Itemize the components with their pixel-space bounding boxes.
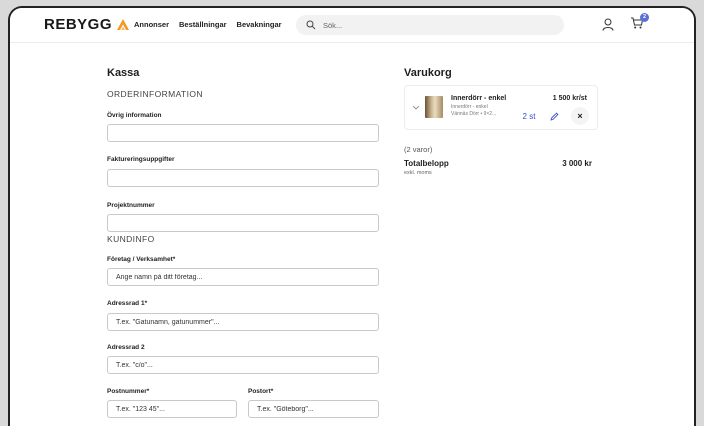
top-header: REBYGG Annonser Beställningar Bevakninga… <box>10 8 694 43</box>
vat-note: exkl. moms <box>404 170 432 176</box>
search-bar[interactable] <box>296 15 564 35</box>
company-label: Företag / Verksamhet* <box>107 256 176 263</box>
cart-item-count: (2 varor) <box>404 145 433 154</box>
product-subtitle: Innerdörr - enkel <box>451 104 488 110</box>
address2-input[interactable] <box>107 356 379 374</box>
billing-input[interactable] <box>107 169 379 187</box>
remove-item-button[interactable]: × <box>571 107 589 125</box>
project-number-label: Projektnummer <box>107 202 155 209</box>
company-input[interactable] <box>107 268 379 286</box>
billing-label: Faktureringsuppgifter <box>107 156 175 163</box>
logo-mark-icon <box>117 19 130 30</box>
cart-title: Varukorg <box>404 67 452 79</box>
pencil-icon <box>549 111 559 121</box>
project-number-input[interactable] <box>107 214 379 232</box>
nav-bestallningar[interactable]: Beställningar <box>179 20 227 29</box>
total-label: Totalbelopp <box>404 159 449 168</box>
postal-code-input[interactable] <box>107 400 237 418</box>
address1-label: Adressrad 1* <box>107 300 148 307</box>
edit-quantity-button[interactable] <box>545 107 563 125</box>
city-input[interactable] <box>248 400 379 418</box>
address1-input[interactable] <box>107 313 379 331</box>
close-icon: × <box>577 111 583 121</box>
logo-text: REBYGG <box>44 16 113 33</box>
customer-section-heading: KUNDINFO <box>107 234 155 244</box>
cart-count-badge: 2 <box>640 13 649 22</box>
other-info-label: Övrig information <box>107 112 162 119</box>
other-info-input[interactable] <box>107 124 379 142</box>
search-icon <box>306 20 316 30</box>
product-thumbnail <box>425 96 443 118</box>
order-section-heading: ORDERINFORMATION <box>107 89 203 99</box>
quantity-display[interactable]: 2 st <box>518 109 540 123</box>
search-input[interactable] <box>321 19 545 31</box>
main-nav: Annonser Beställningar Bevakningar <box>134 20 282 29</box>
product-variant: Vännäs Dörr • 9×2... <box>451 111 497 117</box>
cart-item: Innerdörr - enkel 1 500 kr/st Innerdörr … <box>404 85 598 130</box>
browser-frame: REBYGG Annonser Beställningar Bevakninga… <box>8 6 696 426</box>
nav-bevakningar[interactable]: Bevakningar <box>237 20 282 29</box>
user-icon[interactable] <box>602 18 614 31</box>
product-price: 1 500 kr/st <box>552 95 587 102</box>
product-name: Innerdörr - enkel <box>451 95 507 102</box>
nav-annonser[interactable]: Annonser <box>134 20 169 29</box>
postal-code-label: Postnummer* <box>107 388 150 395</box>
city-label: Postort* <box>248 388 274 395</box>
address2-label: Adressrad 2 <box>107 344 145 351</box>
total-value: 3 000 kr <box>562 159 592 168</box>
logo[interactable]: REBYGG <box>44 16 131 33</box>
chevron-down-icon[interactable] <box>412 105 420 111</box>
page-title: Kassa <box>107 67 140 79</box>
